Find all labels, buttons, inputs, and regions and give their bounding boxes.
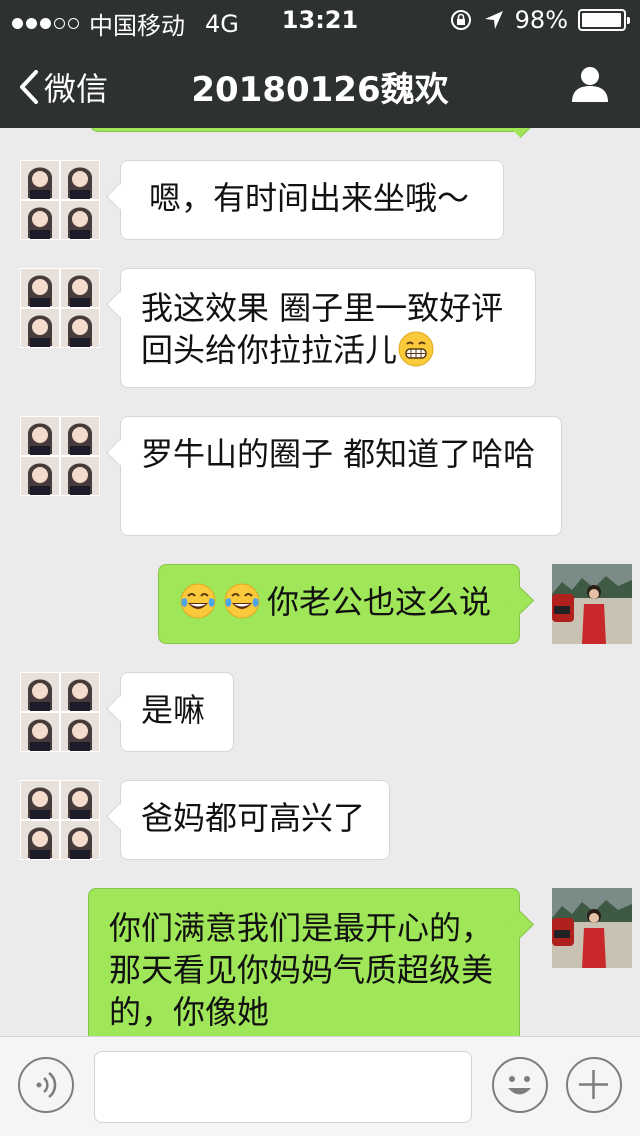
message-bubble-incoming[interactable]: 是嘛 (120, 672, 234, 752)
message-bubble-incoming[interactable]: 嗯，有时间出来坐哦～ (120, 160, 504, 240)
message-bubble-incoming[interactable]: 爸妈都可高兴了 (120, 780, 390, 860)
user-avatar[interactable] (552, 564, 632, 644)
chat-title: 20180126魏欢 (191, 70, 449, 110)
message-bubble-outgoing[interactable]: 你们满意我们是最开心的， 那天看见你妈妈气质超级美 的，你像她 (88, 888, 520, 1036)
message-text: 嗯，有时间出来坐哦～ (149, 179, 470, 217)
tears-of-joy-emoji-icon (224, 583, 260, 619)
message-bubble-outgoing-partial[interactable] (90, 128, 520, 132)
status-bar: 中国移动 4G 13:21 98% (0, 0, 640, 40)
input-bar (0, 1036, 640, 1136)
emoji-button[interactable] (492, 1057, 548, 1113)
contact-avatar[interactable] (20, 672, 100, 752)
message-text-line: 回头给你拉拉活儿 (141, 331, 398, 369)
message-text-line: 你们满意我们是最开心的， (109, 909, 494, 947)
message-text: 爸妈都可高兴了 (141, 799, 366, 837)
location-arrow-icon (484, 11, 503, 29)
contact-avatar[interactable] (20, 416, 100, 496)
battery-icon (578, 9, 630, 31)
rotation-lock-icon (450, 10, 471, 30)
message-bubble-outgoing[interactable]: 你老公也这么说 (158, 564, 520, 644)
header: 中国移动 4G 13:21 98% 微信 20180126魏欢 (0, 0, 640, 128)
battery-percent: 98% (514, 6, 568, 34)
user-avatar[interactable] (552, 888, 632, 968)
contact-avatar[interactable] (20, 268, 100, 348)
message-bubble-incoming[interactable]: 罗牛山的圈子 都知道了哈哈 (120, 416, 562, 536)
more-button[interactable] (566, 1057, 622, 1113)
emoji-icon (508, 1076, 531, 1095)
voice-button[interactable] (18, 1057, 74, 1113)
message-bubble-incoming[interactable]: 我这效果 圈子里一致好评 回头给你拉拉活儿 (120, 268, 536, 388)
message-text-line: 那天看见你妈妈气质超级美 (109, 951, 494, 989)
voice-icon (36, 1072, 57, 1098)
contact-avatar[interactable] (20, 160, 100, 240)
grinning-emoji-icon (398, 331, 434, 367)
plus-icon (579, 1070, 608, 1099)
nav-bar: 微信 20180126魏欢 (0, 40, 640, 128)
profile-icon[interactable] (570, 64, 610, 104)
battery-fill (582, 13, 622, 27)
tears-of-joy-emoji-icon (180, 583, 216, 619)
contact-avatar[interactable] (20, 780, 100, 860)
message-text: 是嘛 (141, 691, 206, 729)
message-input[interactable] (94, 1051, 472, 1123)
message-text-line: 的，你像她 (109, 993, 270, 1031)
message-text-line: 我这效果 圈子里一致好评 (141, 289, 504, 327)
message-text: 罗牛山的圈子 都知道了哈哈 (141, 435, 536, 473)
message-text: 你老公也这么说 (267, 583, 492, 621)
chat-area[interactable]: 嗯，有时间出来坐哦～ 我这效果 圈子里一致好评 回头给你拉拉活儿 罗牛山的圈子 … (0, 128, 640, 1036)
